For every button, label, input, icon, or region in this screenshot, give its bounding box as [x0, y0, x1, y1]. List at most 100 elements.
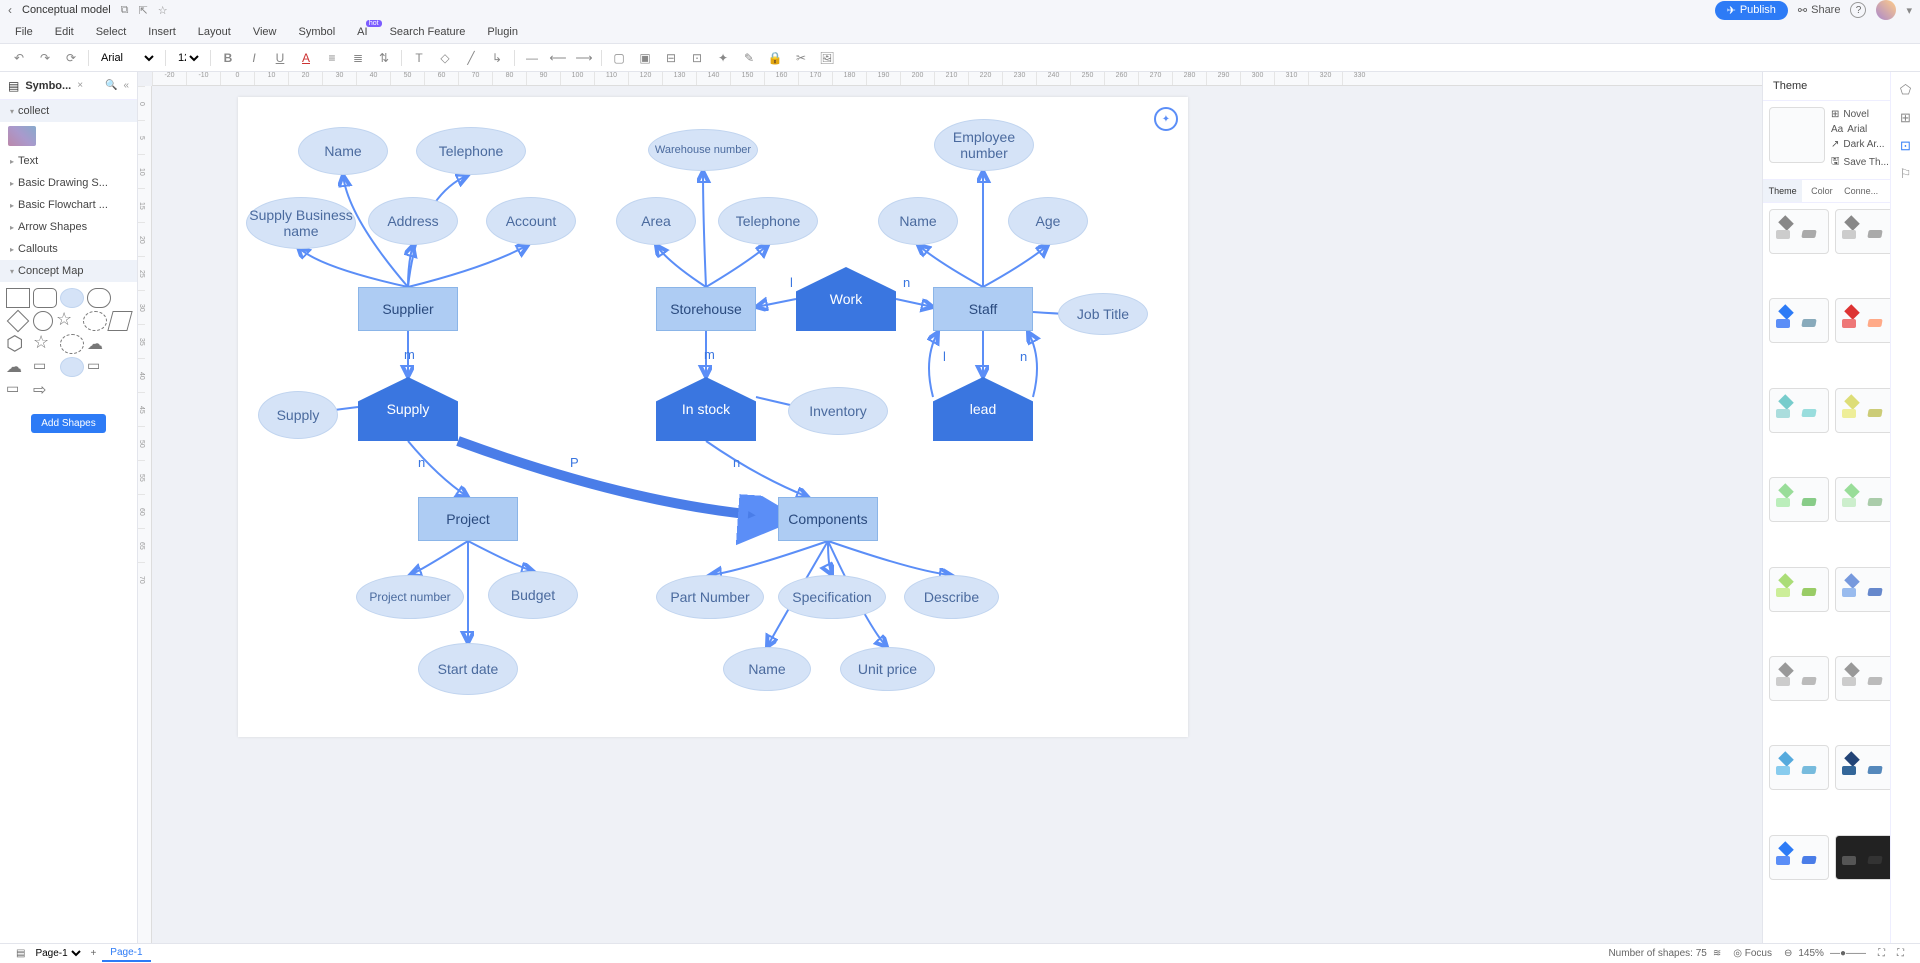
node-budget[interactable]: Budget [488, 571, 578, 619]
category-collect[interactable]: ▾collect [0, 100, 137, 122]
node-work[interactable]: Work [796, 267, 896, 331]
menu-symbol[interactable]: Symbol [298, 26, 335, 38]
node-staff[interactable]: Staff [933, 287, 1033, 331]
fit-icon[interactable]: ⛶ [1878, 948, 1885, 959]
node-age[interactable]: Age [1008, 197, 1088, 245]
node-inventory[interactable]: Inventory [788, 387, 888, 435]
shape4-icon[interactable]: ⊡ [688, 49, 706, 67]
node-jobtitle[interactable]: Job Title [1058, 293, 1148, 335]
theme-swatch-10[interactable] [1769, 656, 1829, 701]
tab-theme[interactable]: Theme [1763, 180, 1802, 202]
underline-icon[interactable]: U [271, 49, 289, 67]
align-icon[interactable]: ≡ [323, 49, 341, 67]
shape-stencil-16[interactable] [87, 357, 111, 377]
node-instock[interactable]: In stock [656, 377, 756, 441]
category-basicflowchart[interactable]: ▸Basic Flowchart ... [0, 194, 137, 216]
shape1-icon[interactable]: ▢ [610, 49, 628, 67]
shape-stencil-1[interactable] [33, 288, 57, 308]
collapse-icon[interactable]: « [123, 80, 129, 91]
size-select[interactable]: 12 [174, 51, 202, 65]
node-address[interactable]: Address [368, 197, 458, 245]
search-icon[interactable]: 🔍 [105, 80, 117, 91]
node-components[interactable]: Components [778, 497, 878, 541]
menu-plugin[interactable]: Plugin [487, 26, 518, 38]
category-callouts[interactable]: ▸Callouts [0, 238, 137, 260]
menu-view[interactable]: View [253, 26, 277, 38]
category-text[interactable]: ▸Text [0, 150, 137, 172]
menu-ai[interactable]: AIhot [357, 26, 367, 38]
export-icon[interactable]: ⇱ [139, 4, 148, 17]
redo-icon[interactable]: ↷ [36, 49, 54, 67]
theme-swatch-0[interactable] [1769, 209, 1829, 254]
node-employeenumber[interactable]: Employee number [934, 119, 1034, 171]
share-button[interactable]: ⚯ Share [1798, 4, 1841, 17]
node-supplier[interactable]: Supplier [358, 287, 458, 331]
theme-swatch-12[interactable] [1769, 745, 1829, 790]
effects-icon[interactable]: ✦ [714, 49, 732, 67]
node-partnumber[interactable]: Part Number [656, 575, 764, 619]
zoom-in-icon[interactable]: —●—— [1830, 948, 1866, 959]
pen-icon[interactable]: ╱ [462, 49, 480, 67]
shape-stencil-5[interactable] [33, 311, 53, 331]
shape-stencil-18[interactable] [33, 380, 57, 400]
theme-swatch-11[interactable] [1835, 656, 1895, 701]
font-select[interactable]: Arial [97, 51, 157, 65]
shape-stencil-6[interactable] [56, 311, 80, 331]
menu-select[interactable]: Select [96, 26, 127, 38]
lock-icon[interactable]: 🔒 [766, 49, 784, 67]
line-icon[interactable]: — [523, 49, 541, 67]
tab-conne...[interactable]: Conne... [1842, 180, 1881, 202]
node-supplybusinessname[interactable]: Supply Business name [246, 197, 356, 249]
theme-swatch-5[interactable] [1835, 388, 1895, 433]
theme-tool-icon[interactable]: ⊡ [1897, 138, 1915, 156]
node-supply[interactable]: Supply [358, 377, 458, 441]
canvas[interactable]: ✦ NameTelephoneSupply Business nameAddre… [238, 97, 1188, 737]
open-icon[interactable]: ⧉ [121, 4, 129, 17]
page-select[interactable]: Page-1 [31, 947, 84, 960]
node-name[interactable]: Name [723, 647, 811, 691]
node-unitprice[interactable]: Unit price [840, 647, 935, 691]
edit-icon[interactable]: ✎ [740, 49, 758, 67]
fill-icon[interactable]: ◇ [436, 49, 454, 67]
spacing-icon[interactable]: ⇅ [375, 49, 393, 67]
add-shapes-button[interactable]: Add Shapes [31, 414, 106, 433]
theme-swatch-8[interactable] [1769, 567, 1829, 612]
text-tool-icon[interactable]: T [410, 49, 428, 67]
collect-thumb[interactable] [8, 126, 36, 146]
ai-badge-icon[interactable]: ✦ [1154, 107, 1178, 131]
tool-icon[interactable]: ✂ [792, 49, 810, 67]
theme-swatch-13[interactable] [1835, 745, 1895, 790]
shape-stencil-17[interactable] [6, 380, 30, 400]
node-specification[interactable]: Specification [778, 575, 886, 619]
shape-stencil-7[interactable] [83, 311, 107, 331]
shape-stencil-10[interactable] [33, 334, 57, 354]
menu-edit[interactable]: Edit [55, 26, 74, 38]
shape-stencil-0[interactable] [6, 288, 30, 308]
menu-layout[interactable]: Layout [198, 26, 231, 38]
image-icon[interactable]: 🖼 [818, 49, 836, 67]
node-startdate[interactable]: Start date [418, 643, 518, 695]
shape-stencil-4[interactable] [7, 310, 30, 333]
back-icon[interactable]: ‹ [8, 3, 12, 17]
avatar[interactable] [1876, 0, 1896, 20]
theme-swatch-9[interactable] [1835, 567, 1895, 612]
node-account[interactable]: Account [486, 197, 576, 245]
brush-icon[interactable]: ⟳ [62, 49, 80, 67]
panel-close-icon[interactable]: × [77, 80, 83, 91]
node-project[interactable]: Project [418, 497, 518, 541]
theme-swatch-1[interactable] [1835, 209, 1895, 254]
category-conceptmap[interactable]: ▾Concept Map [0, 260, 137, 282]
connector-icon[interactable]: ↳ [488, 49, 506, 67]
shape3-icon[interactable]: ⊟ [662, 49, 680, 67]
fontcolor-icon[interactable]: A [297, 49, 315, 67]
category-arrowshapes[interactable]: ▸Arrow Shapes [0, 216, 137, 238]
fullscreen-icon[interactable]: ⛶ [1897, 948, 1904, 959]
node-lead[interactable]: lead [933, 377, 1033, 441]
menu-file[interactable]: File [15, 26, 33, 38]
pages-icon[interactable]: ▤ [16, 948, 25, 959]
publish-button[interactable]: ✈ Publish [1715, 1, 1788, 20]
theme-swatch-7[interactable] [1835, 477, 1895, 522]
node-projectnumber[interactable]: Project number [356, 575, 464, 619]
shape2-icon[interactable]: ▣ [636, 49, 654, 67]
bold-icon[interactable]: B [219, 49, 237, 67]
